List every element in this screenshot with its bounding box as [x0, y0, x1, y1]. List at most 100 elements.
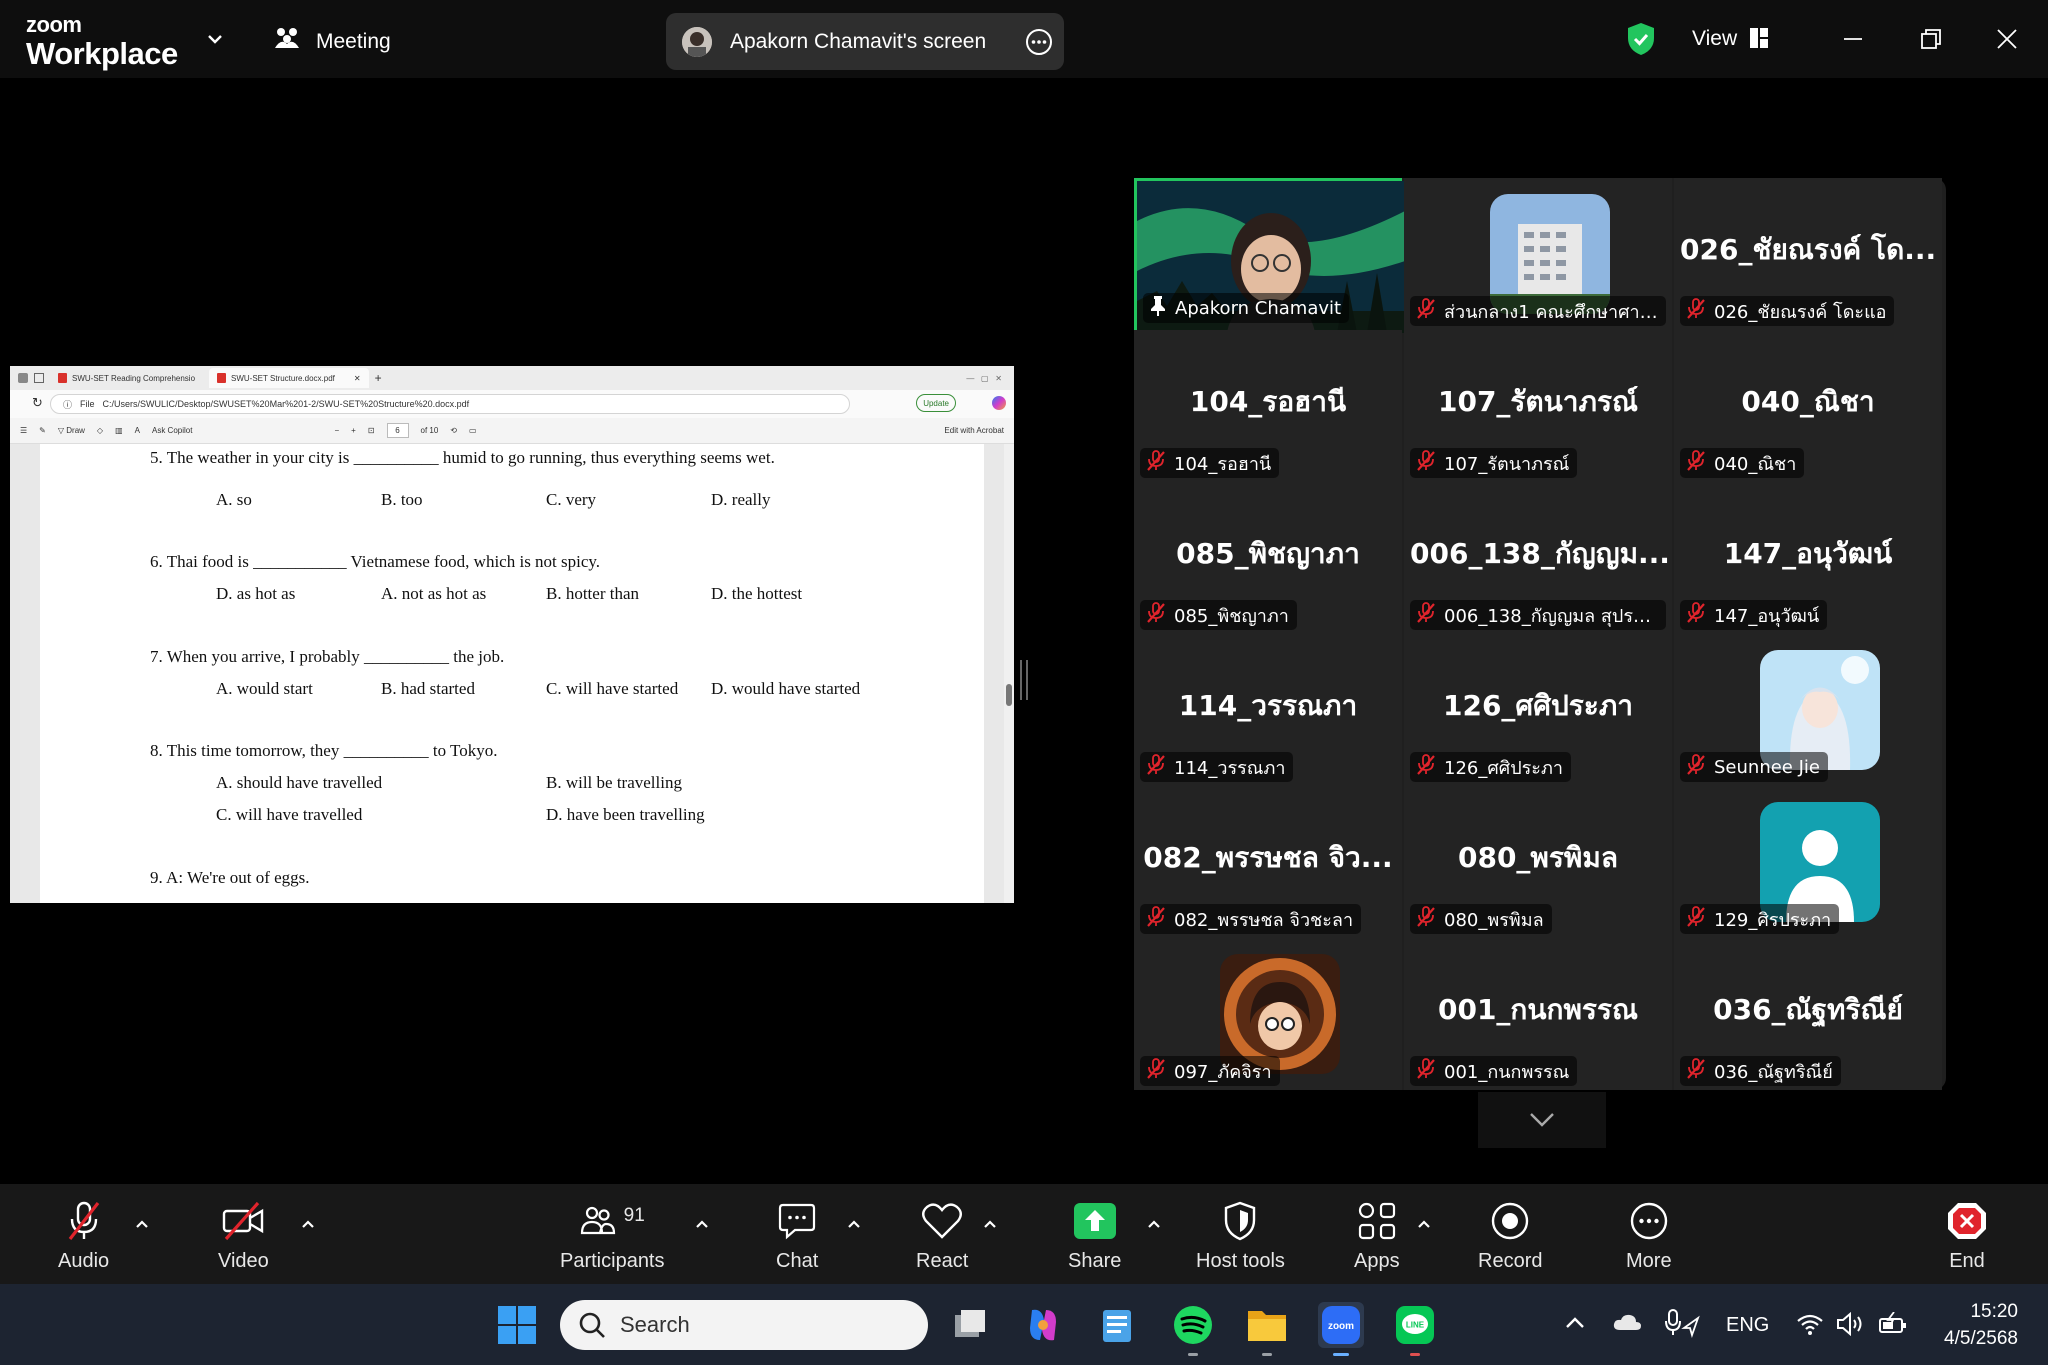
language-indicator[interactable]: ENG	[1726, 1314, 1769, 1337]
spotify-icon[interactable]	[1170, 1302, 1216, 1356]
volume-icon[interactable]	[1836, 1311, 1866, 1341]
react-button[interactable]: React	[916, 1198, 968, 1273]
info-icon: ⓘ	[63, 399, 73, 410]
browser-window-controls[interactable]: — ▢ ✕	[966, 374, 1002, 383]
tab-reading[interactable]: SWU-SET Reading Comprehensio	[50, 368, 203, 388]
microphone-in-use-icon[interactable]	[1664, 1308, 1700, 1343]
participant-tile[interactable]: 040_ณิชา 040_ณิชา	[1674, 330, 1942, 482]
zoom-app-icon[interactable]: zoom	[1318, 1302, 1364, 1356]
pdf-viewport[interactable]: 5. The weather in your city is _________…	[10, 444, 1014, 903]
screen-share-indicator[interactable]: Apakorn Chamavit's screen	[666, 13, 1064, 70]
chevron-down-icon[interactable]	[204, 28, 226, 50]
participant-tile[interactable]: 097_ภัคจิรา	[1134, 938, 1402, 1090]
restore-icon[interactable]	[1914, 22, 1948, 56]
participant-tile[interactable]: 147_อนุวัฒน์ 147_อนุวัฒน์	[1674, 482, 1942, 634]
apps-options-caret[interactable]	[1414, 1214, 1434, 1234]
more-button[interactable]: More	[1626, 1198, 1672, 1273]
participant-tile[interactable]: 026_ชัยณรงค์ โด... 026_ชัยณรงค์ โดะแอ	[1674, 178, 1942, 330]
pdf-icon	[58, 373, 67, 383]
copilot-app-icon[interactable]	[1020, 1302, 1066, 1348]
host-tools-button[interactable]: Host tools	[1196, 1198, 1285, 1273]
line-app-icon[interactable]: LINE	[1392, 1302, 1438, 1356]
view-button[interactable]: View	[1692, 27, 1737, 51]
taskbar-search[interactable]: Search	[560, 1300, 928, 1350]
copilot-icon[interactable]	[992, 396, 1006, 410]
page-view-icon[interactable]: ▥	[115, 426, 123, 435]
share-options-caret[interactable]	[1144, 1214, 1164, 1234]
video-options-caret[interactable]	[298, 1214, 318, 1234]
participant-tile[interactable]: 085_พิชญาภา 085_พิชญาภา	[1134, 482, 1402, 634]
participant-tile[interactable]: 114_วรรณภา 114_วรรณภา	[1134, 634, 1402, 786]
audio-options-caret[interactable]	[132, 1214, 152, 1234]
draw-tool[interactable]: ▽ Draw	[58, 426, 85, 435]
tab-close-icon[interactable]: ✕	[354, 374, 361, 383]
task-view-icon[interactable]	[948, 1302, 994, 1348]
tab-actions-icon[interactable]	[34, 373, 44, 383]
chat-button[interactable]: Chat	[776, 1198, 818, 1273]
zoom-in-icon[interactable]: +	[351, 426, 356, 435]
encryption-shield-icon[interactable]	[1626, 22, 1656, 61]
notepad-icon[interactable]	[1094, 1302, 1140, 1348]
participant-tile[interactable]: 107_รัตนาภรณ์ 107_รัตนาภรณ์	[1404, 330, 1672, 482]
zoom-out-icon[interactable]: −	[334, 426, 339, 435]
participants-options-caret[interactable]	[692, 1214, 712, 1234]
battery-charging-icon[interactable]	[1878, 1311, 1908, 1341]
file-explorer-icon[interactable]	[1244, 1302, 1290, 1356]
edit-acrobat-button[interactable]: Edit with Acrobat	[944, 426, 1004, 435]
highlight-icon[interactable]: ✎	[39, 426, 46, 435]
end-meeting-button[interactable]: End	[1946, 1198, 1988, 1273]
tab-structure[interactable]: SWU-SET Structure.docx.pdf ✕	[209, 368, 369, 388]
pdf-scrollbar[interactable]	[1004, 444, 1014, 903]
participant-tile[interactable]: 082_พรรษชล จิว... 082_พรรษชล จิวชะลา	[1134, 786, 1402, 938]
onedrive-icon[interactable]	[1612, 1312, 1642, 1337]
eraser-icon[interactable]: ◇	[97, 426, 103, 435]
ask-copilot-button[interactable]: Ask Copilot	[152, 426, 192, 435]
view-grid-icon[interactable]	[1750, 28, 1768, 53]
participant-tile[interactable]: 104_รอฮานี 104_รอฮานี	[1134, 330, 1402, 482]
participant-tile[interactable]: 129_ศิรประภา	[1674, 786, 1942, 938]
browser-profile-icon[interactable]	[18, 373, 28, 383]
participant-tile[interactable]: Seunnee Jie	[1674, 634, 1942, 786]
meeting-menu[interactable]: Meeting	[272, 26, 391, 58]
participant-name: 129_ศิรประภา	[1714, 909, 1832, 931]
video-button[interactable]: Video	[218, 1198, 269, 1273]
minimize-icon[interactable]	[1836, 22, 1870, 56]
read-aloud-icon[interactable]: A	[135, 426, 140, 435]
participant-tile[interactable]: 001_กนกพรรณ 001_กนกพรรณ	[1404, 938, 1672, 1090]
apps-button[interactable]: Apps	[1354, 1198, 1400, 1273]
participant-tile[interactable]: 036_ณัฐทริณีย์ 036_ณัฐทริณีย์	[1674, 938, 1942, 1090]
wifi-icon[interactable]	[1796, 1312, 1824, 1341]
participant-tile[interactable]: 080_พรพิมล 080_พรพิมล	[1404, 786, 1672, 938]
address-bar[interactable]: ⓘ File C:/Users/SWULIC/Desktop/SWUSET%20…	[50, 394, 850, 414]
participant-count: 91	[623, 1205, 645, 1226]
zoom-workplace-logo[interactable]: zoom Workplace	[26, 14, 178, 70]
participant-tile[interactable]: ส่วนกลาง1 คณะศึกษาศาส...	[1404, 178, 1672, 330]
show-hidden-icons-chevron[interactable]	[1564, 1314, 1586, 1335]
gallery-next-page-button[interactable]	[1478, 1092, 1606, 1148]
fit-icon[interactable]: ⊡	[368, 426, 375, 435]
rotate-icon[interactable]: ⟲	[450, 426, 457, 435]
windows-start-icon[interactable]	[494, 1302, 540, 1348]
split-view-handle[interactable]	[1020, 660, 1028, 700]
shared-screen[interactable]: SWU-SET Reading Comprehensio SWU-SET Str…	[10, 366, 1014, 903]
reload-icon[interactable]: ↻	[32, 395, 43, 411]
page-number-input[interactable]: 6	[386, 423, 409, 438]
react-options-caret[interactable]	[980, 1214, 1000, 1234]
spread-icon[interactable]: ▭	[469, 426, 477, 435]
taskbar-clock[interactable]: 15:20 4/5/2568	[1928, 1298, 2018, 1352]
update-button[interactable]: Update	[916, 394, 956, 412]
share-button[interactable]: Share	[1068, 1198, 1121, 1273]
contents-icon[interactable]: ☰	[20, 426, 27, 435]
audio-button[interactable]: Audio	[58, 1198, 109, 1273]
participant-tile[interactable]: 126_ศศิประภา 126_ศศิประภา	[1404, 634, 1672, 786]
mic-muted-icon	[1416, 449, 1436, 477]
more-options-icon[interactable]	[1024, 27, 1054, 63]
participants-button[interactable]: 91 Participants	[560, 1198, 665, 1273]
end-icon	[1946, 1198, 1988, 1244]
record-button[interactable]: Record	[1478, 1198, 1542, 1273]
chat-options-caret[interactable]	[844, 1214, 864, 1234]
close-icon[interactable]	[1990, 22, 2024, 56]
participant-tile[interactable]: Apakorn Chamavit	[1134, 178, 1405, 333]
participant-tile[interactable]: 006_138_กัญญม... 006_138_กัญญมล สุประวี..…	[1404, 482, 1672, 634]
new-tab-icon[interactable]: +	[375, 371, 382, 385]
